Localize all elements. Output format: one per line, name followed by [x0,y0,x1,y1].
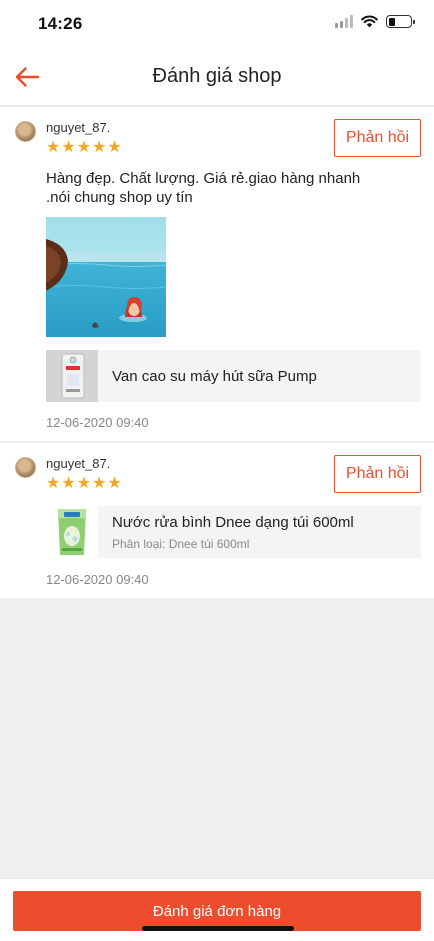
reply-button[interactable]: Phản hồi [334,455,421,493]
review-photo-image [46,217,166,337]
review-timestamp: 12-06-2020 09:40 [46,572,149,587]
review-username: nguyet_87. [46,456,111,471]
star-icon: ★ [92,139,107,156]
bottom-bar: Đánh giá đơn hàng [0,878,434,941]
review-username: nguyet_87. [46,120,111,135]
rating-stars: ★ ★ ★ ★ ★ [46,140,122,156]
star-icon: ★ [61,139,76,156]
star-icon: ★ [46,139,61,156]
reply-button[interactable]: Phản hồi [334,119,421,157]
star-icon: ★ [61,475,76,492]
star-icon: ★ [76,475,92,492]
star-icon: ★ [107,475,122,492]
status-icons [335,15,415,28]
star-icon: ★ [76,139,92,156]
avatar[interactable] [15,121,36,142]
product-variant: Phân loại: Dnee túi 600ml [112,537,250,551]
rate-order-button[interactable]: Đánh giá đơn hàng [13,891,421,931]
header: Đánh giá shop [0,48,434,106]
home-indicator [142,926,294,931]
star-icon: ★ [46,475,61,492]
product-name: Van cao su máy hút sữa Pump [112,368,317,385]
review-timestamp: 12-06-2020 09:40 [46,415,149,430]
avatar[interactable] [15,457,36,478]
rating-stars: ★ ★ ★ ★ ★ [46,476,122,492]
product-thumbnail [46,506,98,558]
star-icon: ★ [92,475,107,492]
page-title: Đánh giá shop [152,65,282,87]
status-time: 14:26 [38,14,83,33]
battery-icon [386,15,415,28]
review-item: nguyet_87. ★ ★ ★ ★ ★ Phản hồi Nước rửa b… [0,443,434,598]
status-bar: 14:26 [0,0,434,48]
review-text-line: .nói chung shop uy tín [46,189,193,206]
product-card[interactable]: Nước rửa bình Dnee dạng túi 600ml Phân l… [46,506,421,558]
product-name: Nước rửa bình Dnee dạng túi 600ml [112,514,354,531]
product-thumbnail [46,350,98,402]
review-text: Hàng đẹp. Chất lượng. Giá rẻ.giao hàng n… [46,169,376,207]
wifi-icon [361,15,378,28]
star-icon: ★ [107,139,122,156]
product-card[interactable]: Van cao su máy hút sữa Pump [46,350,421,402]
review-text-line: Hàng đẹp. Chất lượng. Giá rẻ.giao hàng n… [46,170,361,187]
review-photo[interactable] [46,217,166,337]
cellular-signal-icon [335,15,353,28]
review-item: nguyet_87. ★ ★ ★ ★ ★ Phản hồi Hàng đẹp. … [0,107,434,441]
